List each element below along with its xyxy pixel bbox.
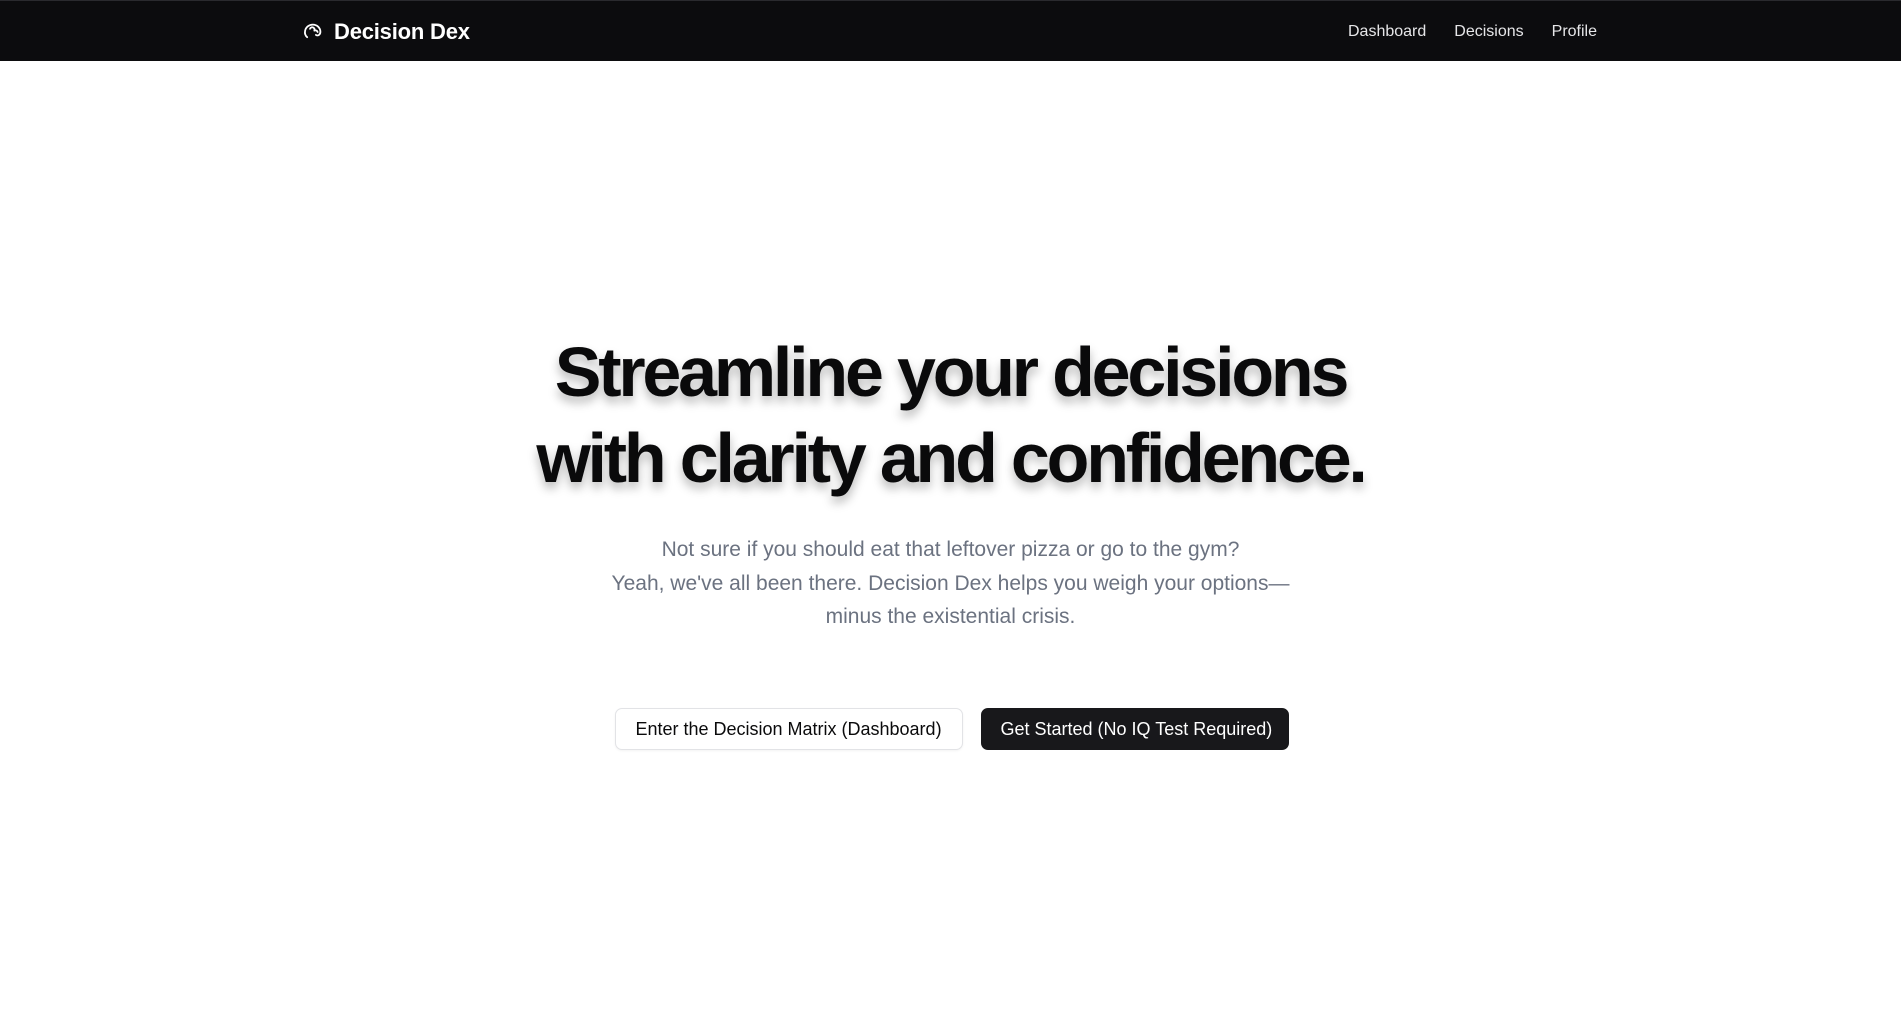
primary-nav: Dashboard Decisions Profile [1348, 20, 1597, 44]
hero-subtitle-line-1: Not sure if you should eat that leftover… [661, 538, 1240, 561]
hero-headline: Streamline your decisions with clarity a… [0, 329, 1901, 501]
dashboard-cta-button[interactable]: Enter the Decision Matrix (Dashboard) [614, 708, 963, 750]
brand-home-link[interactable]: Decision Dex [302, 18, 470, 46]
brain-icon [302, 21, 324, 43]
nav-link-decisions[interactable]: Decisions [1454, 20, 1523, 44]
hero-subtitle-line-2: Yeah, we've all been there. Decision Dex… [611, 571, 1290, 595]
hero-headline-line-1: Streamline your decisions [554, 333, 1350, 411]
brand-name: Decision Dex [334, 19, 470, 44]
hero-section: Streamline your decisions with clarity a… [0, 61, 1901, 1009]
top-navbar: Decision Dex Dashboard Decisions Profile [0, 0, 1901, 61]
hero-cta-group: Enter the Decision Matrix (Dashboard) Ge… [1, 708, 1901, 750]
hero-headline-line-2: with clarity and confidence. [536, 419, 1368, 497]
nav-link-dashboard[interactable]: Dashboard [1348, 20, 1426, 44]
hero-subtitle-line-3: minus the existential crisis. [825, 605, 1076, 628]
hero-subtitle: Not sure if you should eat that leftover… [0, 533, 1901, 634]
nav-link-profile[interactable]: Profile [1552, 20, 1597, 44]
get-started-button[interactable]: Get Started (No IQ Test Required) [980, 708, 1289, 750]
